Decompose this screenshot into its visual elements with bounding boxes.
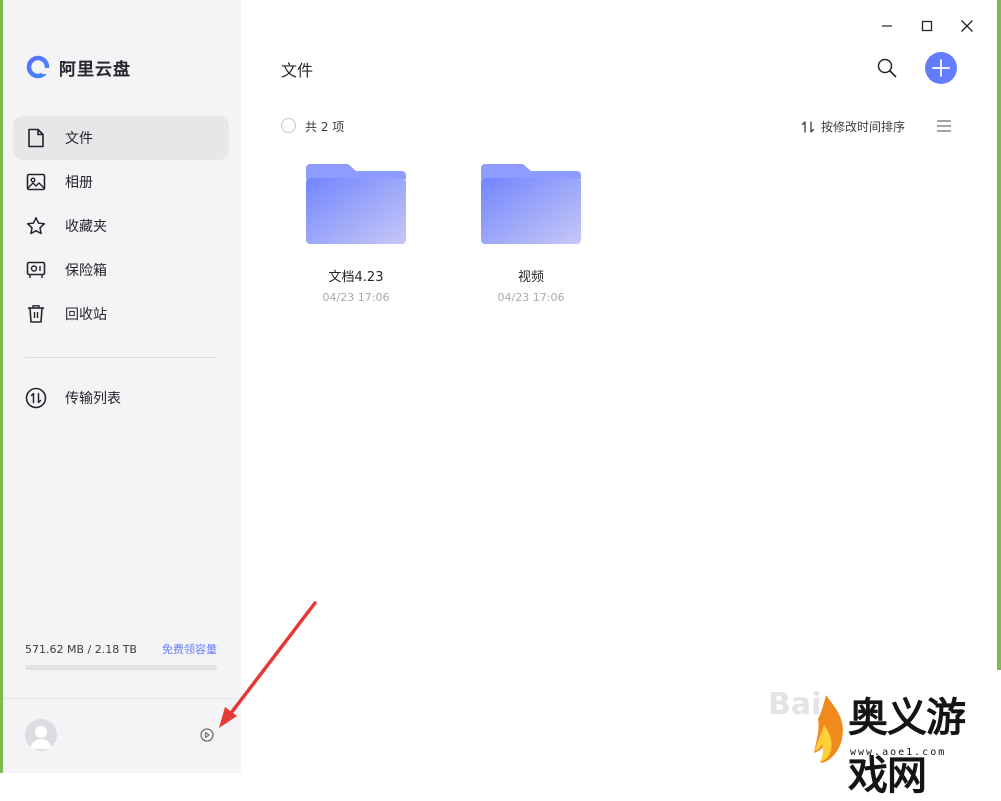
avatar[interactable] xyxy=(25,719,57,751)
get-free-storage-link[interactable]: 免费领容量 xyxy=(162,641,217,657)
watermark-site-name: 奥义游戏网 xyxy=(848,685,998,801)
sidebar-item-transfer-list[interactable]: 传输列表 xyxy=(13,376,229,420)
minimize-icon xyxy=(881,20,893,32)
sidebar-item-photos[interactable]: 相册 xyxy=(13,160,229,204)
file-date: 04/23 17:06 xyxy=(296,291,416,304)
sidebar-transfer: 传输列表 xyxy=(13,376,229,420)
minimize-button[interactable] xyxy=(877,16,897,36)
storage-usage-text: 571.62 MB / 2.18 TB xyxy=(25,643,137,656)
close-button[interactable] xyxy=(957,16,977,36)
sidebar: 阿里云盘 文件 相册 收藏夹 保险箱 xyxy=(3,0,241,773)
plus-icon xyxy=(932,59,950,77)
folder-icon xyxy=(304,160,408,248)
select-all-checkbox[interactable] xyxy=(281,118,296,133)
flame-logo-icon xyxy=(802,691,850,767)
item-count: 共 2 项 xyxy=(305,118,344,135)
page-title: 文件 xyxy=(281,57,313,81)
sidebar-bottom-divider xyxy=(3,698,241,699)
maximize-icon xyxy=(921,20,933,32)
star-icon xyxy=(25,215,47,237)
file-name: 视频 xyxy=(471,266,591,285)
user-avatar-icon xyxy=(25,719,57,751)
add-button[interactable] xyxy=(925,52,957,84)
window-border-right xyxy=(997,0,1001,670)
watermark: Bai 奥义游戏网 www.aoe1.com xyxy=(768,683,998,771)
sidebar-item-safe[interactable]: 保险箱 xyxy=(13,248,229,292)
photo-icon xyxy=(25,171,47,193)
sort-button[interactable]: 按修改时间排序 xyxy=(801,118,905,135)
sidebar-item-label: 回收站 xyxy=(65,304,107,324)
close-icon xyxy=(960,19,974,33)
sidebar-item-label: 文件 xyxy=(65,128,93,148)
sidebar-item-favorites[interactable]: 收藏夹 xyxy=(13,204,229,248)
list-view-icon[interactable] xyxy=(936,119,952,133)
sidebar-item-label: 收藏夹 xyxy=(65,216,107,236)
sidebar-item-trash[interactable]: 回收站 xyxy=(13,292,229,336)
sort-icon xyxy=(801,120,815,134)
folder-item[interactable]: 视频 04/23 17:06 xyxy=(471,160,591,304)
trash-icon xyxy=(25,303,47,325)
sidebar-divider xyxy=(25,357,217,358)
sidebar-item-label: 保险箱 xyxy=(65,260,107,280)
storage-panel: 571.62 MB / 2.18 TB 免费领容量 xyxy=(25,641,217,670)
file-date: 04/23 17:06 xyxy=(471,291,591,304)
settings-icon[interactable] xyxy=(199,727,215,743)
search-icon[interactable] xyxy=(876,57,898,79)
folder-item[interactable]: 文档4.23 04/23 17:06 xyxy=(296,160,416,304)
sidebar-item-label: 传输列表 xyxy=(65,388,121,408)
transfer-icon xyxy=(25,387,47,409)
app-name: 阿里云盘 xyxy=(59,55,131,80)
sort-label: 按修改时间排序 xyxy=(821,118,905,135)
file-icon xyxy=(25,127,47,149)
file-toolbar: 共 2 项 按修改时间排序 xyxy=(281,117,957,135)
app-logo: 阿里云盘 xyxy=(25,54,131,80)
sidebar-item-files[interactable]: 文件 xyxy=(13,116,229,160)
storage-progress-bar xyxy=(25,665,217,670)
main-content: 文件 共 2 项 按修改时间排序 文档4.23 04/23 17:06 xyxy=(241,0,997,773)
safe-icon xyxy=(25,259,47,281)
watermark-url: www.aoe1.com xyxy=(850,747,946,758)
folder-icon xyxy=(479,160,583,248)
file-name: 文档4.23 xyxy=(296,266,416,285)
sidebar-item-label: 相册 xyxy=(65,172,93,192)
aliyun-drive-logo-icon xyxy=(25,54,51,80)
maximize-button[interactable] xyxy=(917,16,937,36)
sidebar-nav: 文件 相册 收藏夹 保险箱 回收站 xyxy=(13,116,229,336)
